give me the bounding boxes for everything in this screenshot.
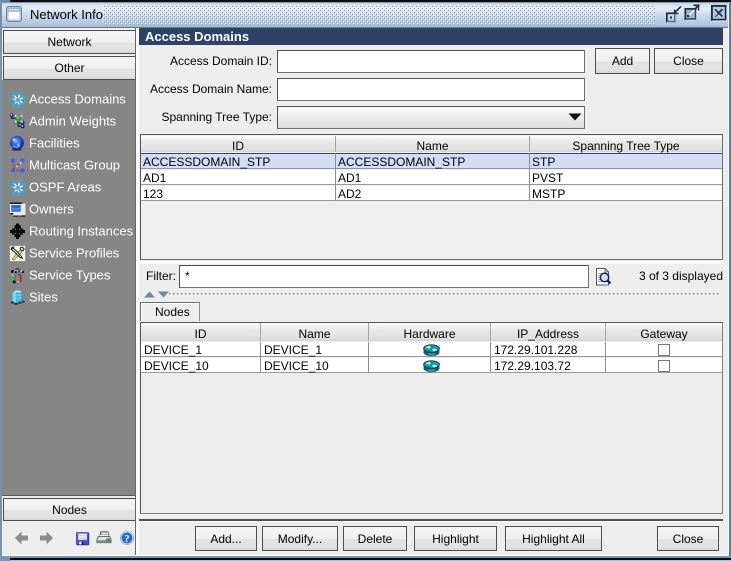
- svg-text:?: ?: [124, 534, 129, 545]
